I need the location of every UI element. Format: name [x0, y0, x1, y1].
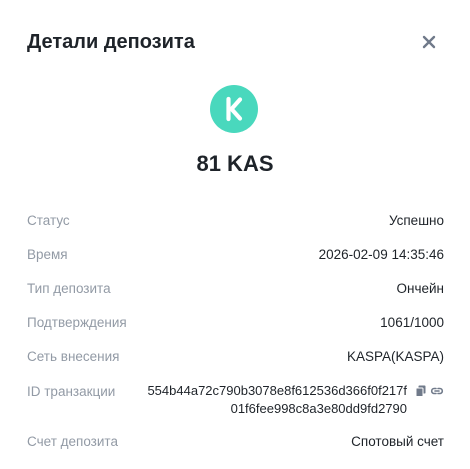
link-icon[interactable] — [430, 384, 444, 398]
confirmations-value: 1061/1000 — [380, 315, 444, 330]
txid-value[interactable]: 554b44a72c790b3078e8f612536d366f0f217f01… — [145, 382, 407, 418]
deposit-type-value: Ончейн — [396, 281, 445, 296]
account-value: Спотовый счет — [351, 434, 444, 449]
dialog-title: Детали депозита — [27, 31, 195, 53]
copy-icon[interactable] — [414, 384, 428, 398]
deposit-details-dialog: Детали депозита 81 KAS Статус Успешно Вр… — [0, 0, 470, 469]
close-icon — [422, 35, 436, 49]
txid-actions — [412, 384, 444, 398]
status-row: Статус Успешно — [27, 211, 444, 231]
close-button[interactable] — [419, 32, 439, 52]
txid-label: ID транзакции — [27, 384, 116, 399]
network-row: Сеть внесения KASPA(KASPA) — [27, 347, 444, 367]
txid-container: 554b44a72c790b3078e8f612536d366f0f217f01… — [145, 382, 444, 418]
status-label: Статус — [27, 213, 70, 228]
deposit-amount: 81 KAS — [196, 151, 274, 176]
deposit-type-label: Тип депозита — [27, 281, 111, 296]
network-value: KASPA(KASPA) — [346, 349, 444, 364]
time-value: 2026-02-09 14:35:46 — [318, 247, 444, 262]
confirmations-row: Подтверждения 1061/1000 — [27, 313, 444, 333]
network-label: Сеть внесения — [27, 349, 120, 364]
confirmations-label: Подтверждения — [27, 315, 127, 330]
status-value: Успешно — [388, 213, 444, 228]
time-label: Время — [27, 247, 68, 262]
kaspa-logo-icon — [210, 85, 258, 133]
txid-row: ID транзакции 554b44a72c790b3078e8f61253… — [27, 382, 444, 416]
time-row: Время 2026-02-09 14:35:46 — [27, 245, 444, 265]
account-row: Счет депозита Спотовый счет — [27, 432, 444, 452]
account-label: Счет депозита — [27, 434, 118, 449]
deposit-type-row: Тип депозита Ончейн — [27, 279, 444, 299]
